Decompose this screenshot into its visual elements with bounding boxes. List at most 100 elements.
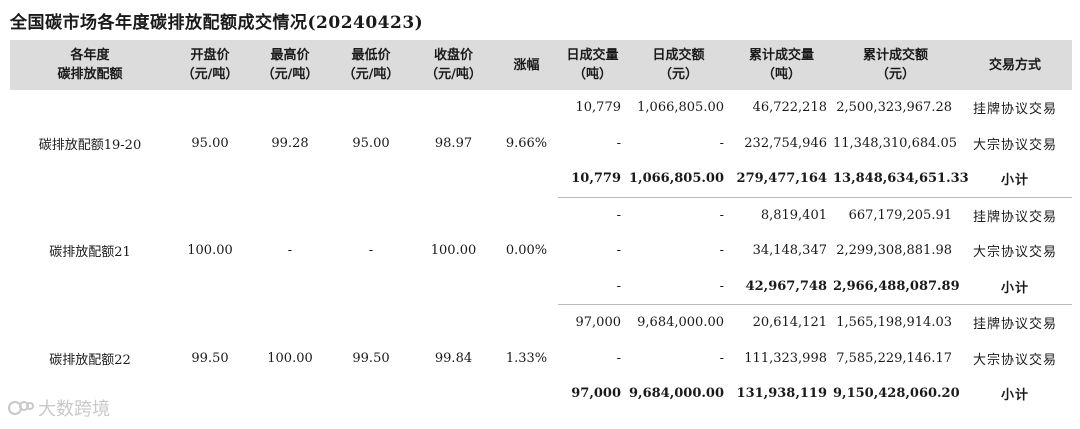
column-header: 收盘价 （元/吨） (412, 40, 495, 90)
quota-name-cell: 碳排放配额19-20 (38, 138, 142, 153)
daily-amount-cell: - (719, 350, 724, 366)
daily-amount-cell: - (719, 207, 724, 223)
column-header: 涨幅 (495, 40, 558, 90)
column-header: 日成交额 （元） (627, 40, 730, 90)
daily-amount-cell: 1,066,805.00 (637, 100, 724, 116)
daily-volume-cell: - (616, 350, 621, 366)
daily-volume-cell: 10,779 (575, 100, 622, 116)
cumulative-volume-cell: 8,819,401 (760, 207, 827, 223)
column-header-label: 日成交额 (652, 48, 705, 63)
cumulative-amount-cell: 2,966,488,087.89 (833, 268, 960, 305)
change-cell: 9.66% (505, 136, 548, 151)
column-header-label: 交易方式 (988, 57, 1041, 73)
daily-amount-cell: 9,684,000.00 (637, 315, 724, 331)
column-header-unit: （元/吨） (181, 67, 239, 82)
column-header: 日成交量 （吨） (558, 40, 627, 90)
column-header-label: 收盘价 (433, 48, 473, 63)
column-header-unit: （吨） (761, 67, 801, 82)
column-header: 累计成交额 （元） (833, 40, 958, 90)
brand-logo-icon (8, 401, 34, 415)
column-header-label: 累计成交量 (748, 48, 814, 63)
cumulative-volume-cell: 34,148,347 (752, 243, 827, 259)
column-header: 交易方式 (958, 40, 1072, 90)
trade-mode-cell: 小计 (958, 161, 1072, 198)
trade-mode-cell: 大宗协议交易 (972, 245, 1057, 261)
trade-mode-cell: 小计 (958, 268, 1072, 305)
high-price-cell: 99.28 (271, 136, 309, 151)
page-title: 全国碳市场各年度碳排放配额成交情况(20240423) (10, 13, 424, 33)
trade-mode-cell: 大宗协议交易 (972, 137, 1057, 153)
column-header-label: 开盘价 (190, 48, 230, 63)
column-header: 开盘价 （元/吨） (170, 40, 250, 90)
table-row: 碳排放配额19-20 95.00 99.28 95.00 98.97 9.66% 10,77… (10, 90, 1072, 153)
column-header-label: 累计成交额 (862, 48, 928, 63)
daily-amount-cell: - (627, 268, 730, 305)
cumulative-volume-cell: 20,614,121 (752, 315, 827, 331)
watermark-text: 大数跨境 (38, 399, 110, 420)
watermark: 大数跨境 (8, 395, 110, 421)
carbon-quota-table: 各年度碳排放配额 开盘价 （元/吨） 最高价 （元/吨） 最低价 （元/吨） 收盘价 （元/吨）… (10, 40, 1072, 412)
cumulative-amount-cell: 2,299,308,881.98 (836, 243, 952, 259)
trade-mode-cell: 挂牌协议交易 (972, 317, 1057, 333)
daily-volume-cell: - (616, 135, 621, 151)
high-price-cell: 100.00 (267, 350, 313, 366)
cumulative-amount-cell: 1,565,198,914.03 (836, 315, 952, 331)
column-header-label: 最高价 (270, 48, 310, 63)
cumulative-amount-cell: 2,500,323,967.28 (836, 100, 952, 116)
high-price-cell: - (287, 243, 293, 259)
quota-name-cell: 碳排放配额21 (49, 245, 131, 261)
cumulative-volume-cell: 42,967,748 (730, 268, 833, 305)
daily-volume-cell: 97,000 (575, 315, 622, 331)
close-price-cell: 98.97 (434, 136, 473, 151)
close-price-cell: 100.00 (430, 243, 477, 259)
daily-amount-cell: 1,066,805.00 (627, 161, 730, 198)
low-price-cell: - (368, 243, 374, 259)
close-price-cell: 99.84 (434, 350, 473, 366)
cumulative-amount-cell: 9,150,428,060.20 (833, 386, 960, 402)
change-cell: 0.00% (505, 243, 548, 259)
trade-mode-cell: 挂牌协议交易 (972, 209, 1057, 225)
trade-mode-cell: 挂牌协议交易 (972, 102, 1057, 118)
trade-mode-cell: 大宗协议交易 (972, 352, 1057, 368)
table-row: 碳排放配额21 100.00 - - 100.00 0.00% - - 8,819,401 667… (10, 197, 1072, 261)
open-price-cell: 95.00 (191, 136, 229, 151)
cumulative-amount-cell: 11,348,310,684.05 (833, 135, 958, 151)
column-header: 最高价 （元/吨） (250, 40, 330, 90)
open-price-cell: 99.50 (191, 350, 229, 366)
column-header-unit: （元/吨） (342, 67, 400, 82)
cumulative-amount-cell: 13,848,634,651.33 (833, 161, 969, 198)
column-header-unit: （元/吨） (425, 67, 482, 82)
daily-volume-cell: - (616, 207, 621, 223)
daily-amount-cell: - (719, 135, 724, 151)
cumulative-volume-cell: 279,477,164 (730, 161, 833, 198)
cumulative-amount-cell: 7,585,229,146.17 (836, 350, 952, 366)
daily-volume-cell: - (616, 243, 621, 259)
column-header-label: 各年度 (70, 48, 110, 63)
column-header: 最低价 （元/吨） (330, 40, 412, 90)
column-header-unit: 碳排放配额 (57, 67, 123, 82)
cumulative-volume-cell: 46,722,218 (752, 100, 827, 116)
daily-volume-cell: 97,000 (571, 386, 621, 402)
column-header-unit: （吨） (572, 67, 612, 82)
column-header: 累计成交量 （吨） (730, 40, 833, 90)
table-header-row: 各年度碳排放配额 开盘价 （元/吨） 最高价 （元/吨） 最低价 （元/吨） 收盘价 （元/吨）… (10, 40, 1072, 90)
low-price-cell: 99.50 (352, 350, 390, 366)
table-row: 碳排放配额22 99.50 100.00 99.50 99.84 1.33% 97,000 9… (10, 305, 1072, 367)
daily-volume-cell: 10,779 (558, 161, 627, 198)
daily-amount-cell: - (719, 243, 724, 259)
change-cell: 1.33% (505, 350, 548, 366)
daily-amount-cell: 9,684,000.00 (629, 386, 724, 402)
trade-mode-cell: 小计 (1000, 388, 1029, 404)
column-header-label: 涨幅 (513, 57, 540, 73)
open-price-cell: 100.00 (187, 243, 233, 259)
column-header-unit: （元/吨） (261, 67, 319, 82)
cumulative-amount-cell: 667,179,205.91 (848, 207, 952, 223)
column-header-unit: （元） (658, 67, 698, 82)
column-header-label: 日成交量 (566, 48, 619, 63)
cumulative-volume-cell: 131,938,119 (736, 386, 827, 402)
low-price-cell: 95.00 (352, 136, 390, 151)
column-header: 各年度 碳排放配额 (10, 40, 170, 90)
cumulative-volume-cell: 232,754,946 (744, 135, 827, 151)
column-header-label: 最低价 (351, 48, 391, 63)
daily-volume-cell: - (558, 268, 627, 305)
